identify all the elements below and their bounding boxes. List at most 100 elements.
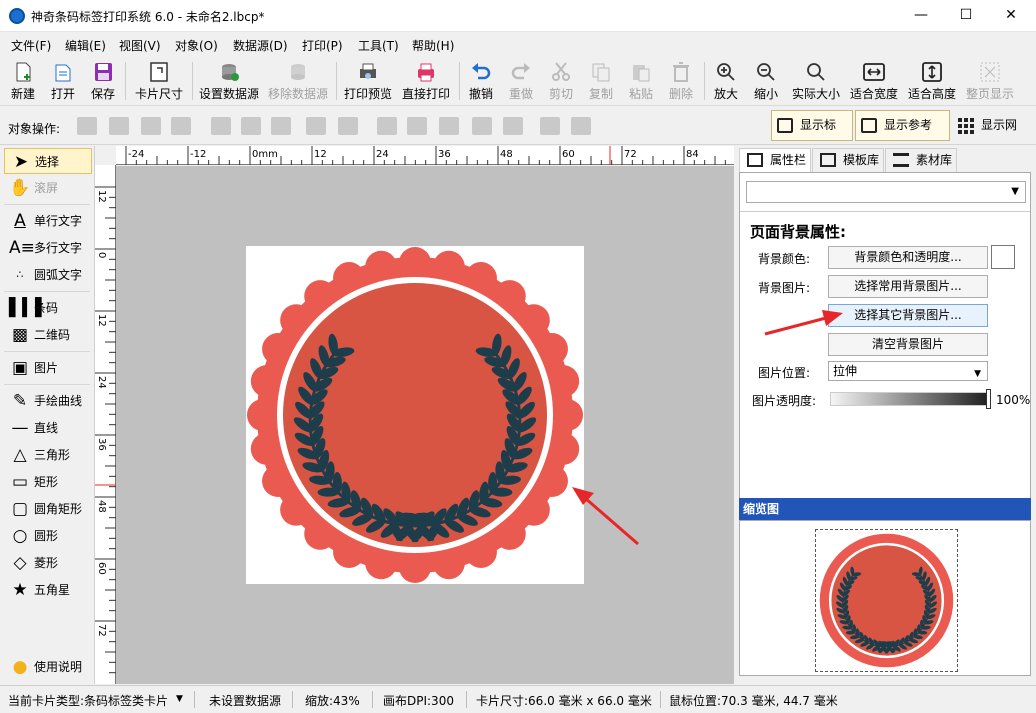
image-opacity-label: 图片透明度:	[752, 394, 817, 408]
align-right-icon[interactable]	[271, 117, 291, 135]
tool-circle[interactable]: ○ 圆形	[4, 523, 92, 549]
tool-multi-line-text[interactable]: A≡ 多行文字	[4, 235, 92, 261]
align-center-icon[interactable]	[241, 117, 261, 135]
tool-scroll[interactable]: ✋ 滚屏	[4, 175, 92, 201]
ruler-label: 24	[376, 149, 389, 160]
undo-button[interactable]: 撤销	[465, 60, 497, 104]
card-type-status[interactable]: 当前卡片类型:条码标签类卡片	[8, 692, 168, 709]
layer-down-icon[interactable]	[171, 117, 191, 135]
actual-size-button[interactable]: 实际大小	[789, 60, 843, 104]
align-bottom-icon[interactable]	[439, 117, 459, 135]
menu-edit[interactable]: 编辑(E)	[65, 37, 106, 54]
common-bg-image-button[interactable]: 选择常用背景图片...	[828, 275, 988, 298]
save-button[interactable]: 保存	[86, 60, 120, 104]
help-button[interactable]: ● 使用说明	[4, 654, 92, 680]
close-button[interactable]: ✕	[988, 0, 1034, 32]
ungroup-icon[interactable]	[571, 117, 591, 135]
tab-templates[interactable]: 模板库	[812, 148, 884, 172]
distribute-v-icon[interactable]	[306, 117, 326, 135]
menu-print[interactable]: 打印(P)	[302, 37, 343, 54]
image-icon: ▣	[11, 358, 29, 378]
fit-height-button[interactable]: 适合高度	[906, 60, 958, 104]
opacity-slider-thumb[interactable]	[986, 389, 991, 409]
arc-text-icon: ∴	[16, 268, 24, 281]
direct-print-button[interactable]: 直接打印	[400, 60, 452, 104]
align-left-icon[interactable]	[211, 117, 231, 135]
tool-triangle[interactable]: △ 三角形	[4, 442, 92, 468]
paste-button[interactable]: 粘贴	[625, 60, 657, 104]
tool-qrcode[interactable]: ▩ 二维码	[4, 322, 92, 348]
set-datasource-button[interactable]: 设置数据源	[197, 60, 261, 104]
tool-arc-text[interactable]: ∴ 圆弧文字	[4, 262, 92, 288]
menu-help[interactable]: 帮助(H)	[412, 37, 454, 54]
datasource-status: 未设置数据源	[209, 694, 282, 708]
ruler-label: 72	[624, 149, 637, 160]
chevron-down-icon[interactable]: ▼	[176, 694, 183, 704]
tool-star[interactable]: ★ 五角星	[4, 577, 92, 603]
zoom-out-button[interactable]: 缩小	[750, 60, 782, 104]
badge-image[interactable]	[246, 246, 584, 584]
zoom-in-button[interactable]: 放大	[710, 60, 742, 104]
tool-diamond[interactable]: ◇ 菱形	[4, 550, 92, 576]
group-icon[interactable]	[540, 117, 560, 135]
ruler-icon	[777, 118, 793, 133]
show-guides-toggle[interactable]: 显示参考线	[855, 110, 950, 161]
tool-image[interactable]: ▣ 图片	[4, 355, 92, 381]
tool-line[interactable]: — 直线	[4, 415, 92, 441]
image-opacity-slider[interactable]	[830, 392, 988, 406]
menu-view[interactable]: 视图(V)	[119, 37, 161, 54]
scallop	[547, 432, 580, 465]
tool-single-line-text[interactable]: A 单行文字	[4, 208, 92, 234]
same-width-icon[interactable]	[472, 117, 492, 135]
bg-color-swatch[interactable]	[991, 245, 1015, 269]
design-canvas[interactable]	[116, 166, 734, 684]
label-page[interactable]	[246, 246, 584, 584]
delete-button[interactable]: 删除	[665, 60, 697, 104]
show-ruler-toggle[interactable]: 显示标尺	[771, 110, 853, 161]
print-preview-button[interactable]: 打印预览	[342, 60, 394, 104]
send-back-icon[interactable]	[109, 117, 129, 135]
object-selector-dropdown[interactable]: ▼	[746, 181, 1026, 203]
status-bar: 当前卡片类型:条码标签类卡片 ▼ 未设置数据源 缩放:43% 画布DPI:300…	[0, 685, 1036, 713]
distribute-h-icon[interactable]	[338, 117, 358, 135]
layer-up-icon[interactable]	[141, 117, 161, 135]
line-icon: —	[11, 418, 29, 438]
open-button[interactable]: 打开	[46, 60, 80, 104]
cut-button[interactable]: 剪切	[545, 60, 577, 104]
menu-tools[interactable]: 工具(T)	[358, 37, 399, 54]
remove-datasource-button[interactable]: 移除数据源	[266, 60, 330, 104]
menu-object[interactable]: 对象(O)	[175, 37, 218, 54]
ruler-label: 60	[562, 149, 575, 160]
minimize-button[interactable]: —	[898, 0, 944, 32]
show-grid-toggle[interactable]: 显示网格	[952, 110, 1034, 161]
tool-freehand[interactable]: ✎ 手绘曲线	[4, 388, 92, 414]
bring-front-icon[interactable]	[77, 117, 97, 135]
redo-button[interactable]: 重做	[505, 60, 537, 104]
align-middle-icon[interactable]	[407, 117, 427, 135]
thumbnail-preview[interactable]	[815, 529, 958, 672]
tab-properties[interactable]: 属性栏	[739, 148, 811, 172]
align-top-icon[interactable]	[377, 117, 397, 135]
print-preview-icon	[360, 63, 376, 79]
clear-bg-image-button[interactable]: 清空背景图片	[828, 333, 988, 356]
maximize-button[interactable]: ☐	[943, 0, 989, 32]
bg-color-button[interactable]: 背景颜色和透明度...	[828, 246, 988, 269]
other-bg-image-button[interactable]: 选择其它背景图片...	[828, 304, 988, 327]
card-size-button[interactable]: 卡片尺寸	[131, 60, 187, 104]
same-height-icon[interactable]	[503, 117, 523, 135]
copy-button[interactable]: 复制	[585, 60, 617, 104]
tool-rounded-rectangle[interactable]: ▢ 圆角矩形	[4, 496, 92, 522]
menu-datasource[interactable]: 数据源(D)	[233, 37, 288, 54]
undo-icon	[472, 63, 491, 80]
image-position-select[interactable]: 拉伸 ▼	[828, 361, 988, 381]
tab-assets[interactable]: 素材库	[885, 148, 957, 172]
fit-width-button[interactable]: 适合宽度	[848, 60, 900, 104]
new-button[interactable]: 新建	[6, 60, 40, 104]
printer-icon	[418, 63, 434, 82]
full-page-button[interactable]: 整页显示	[964, 60, 1016, 104]
tool-barcode[interactable]: ▌▍▌ 条码	[4, 295, 92, 321]
open-icon	[55, 64, 71, 82]
tool-select[interactable]: ➤ 选择	[4, 148, 92, 174]
tool-rectangle[interactable]: ▭ 矩形	[4, 469, 92, 495]
menu-file[interactable]: 文件(F)	[11, 37, 51, 54]
